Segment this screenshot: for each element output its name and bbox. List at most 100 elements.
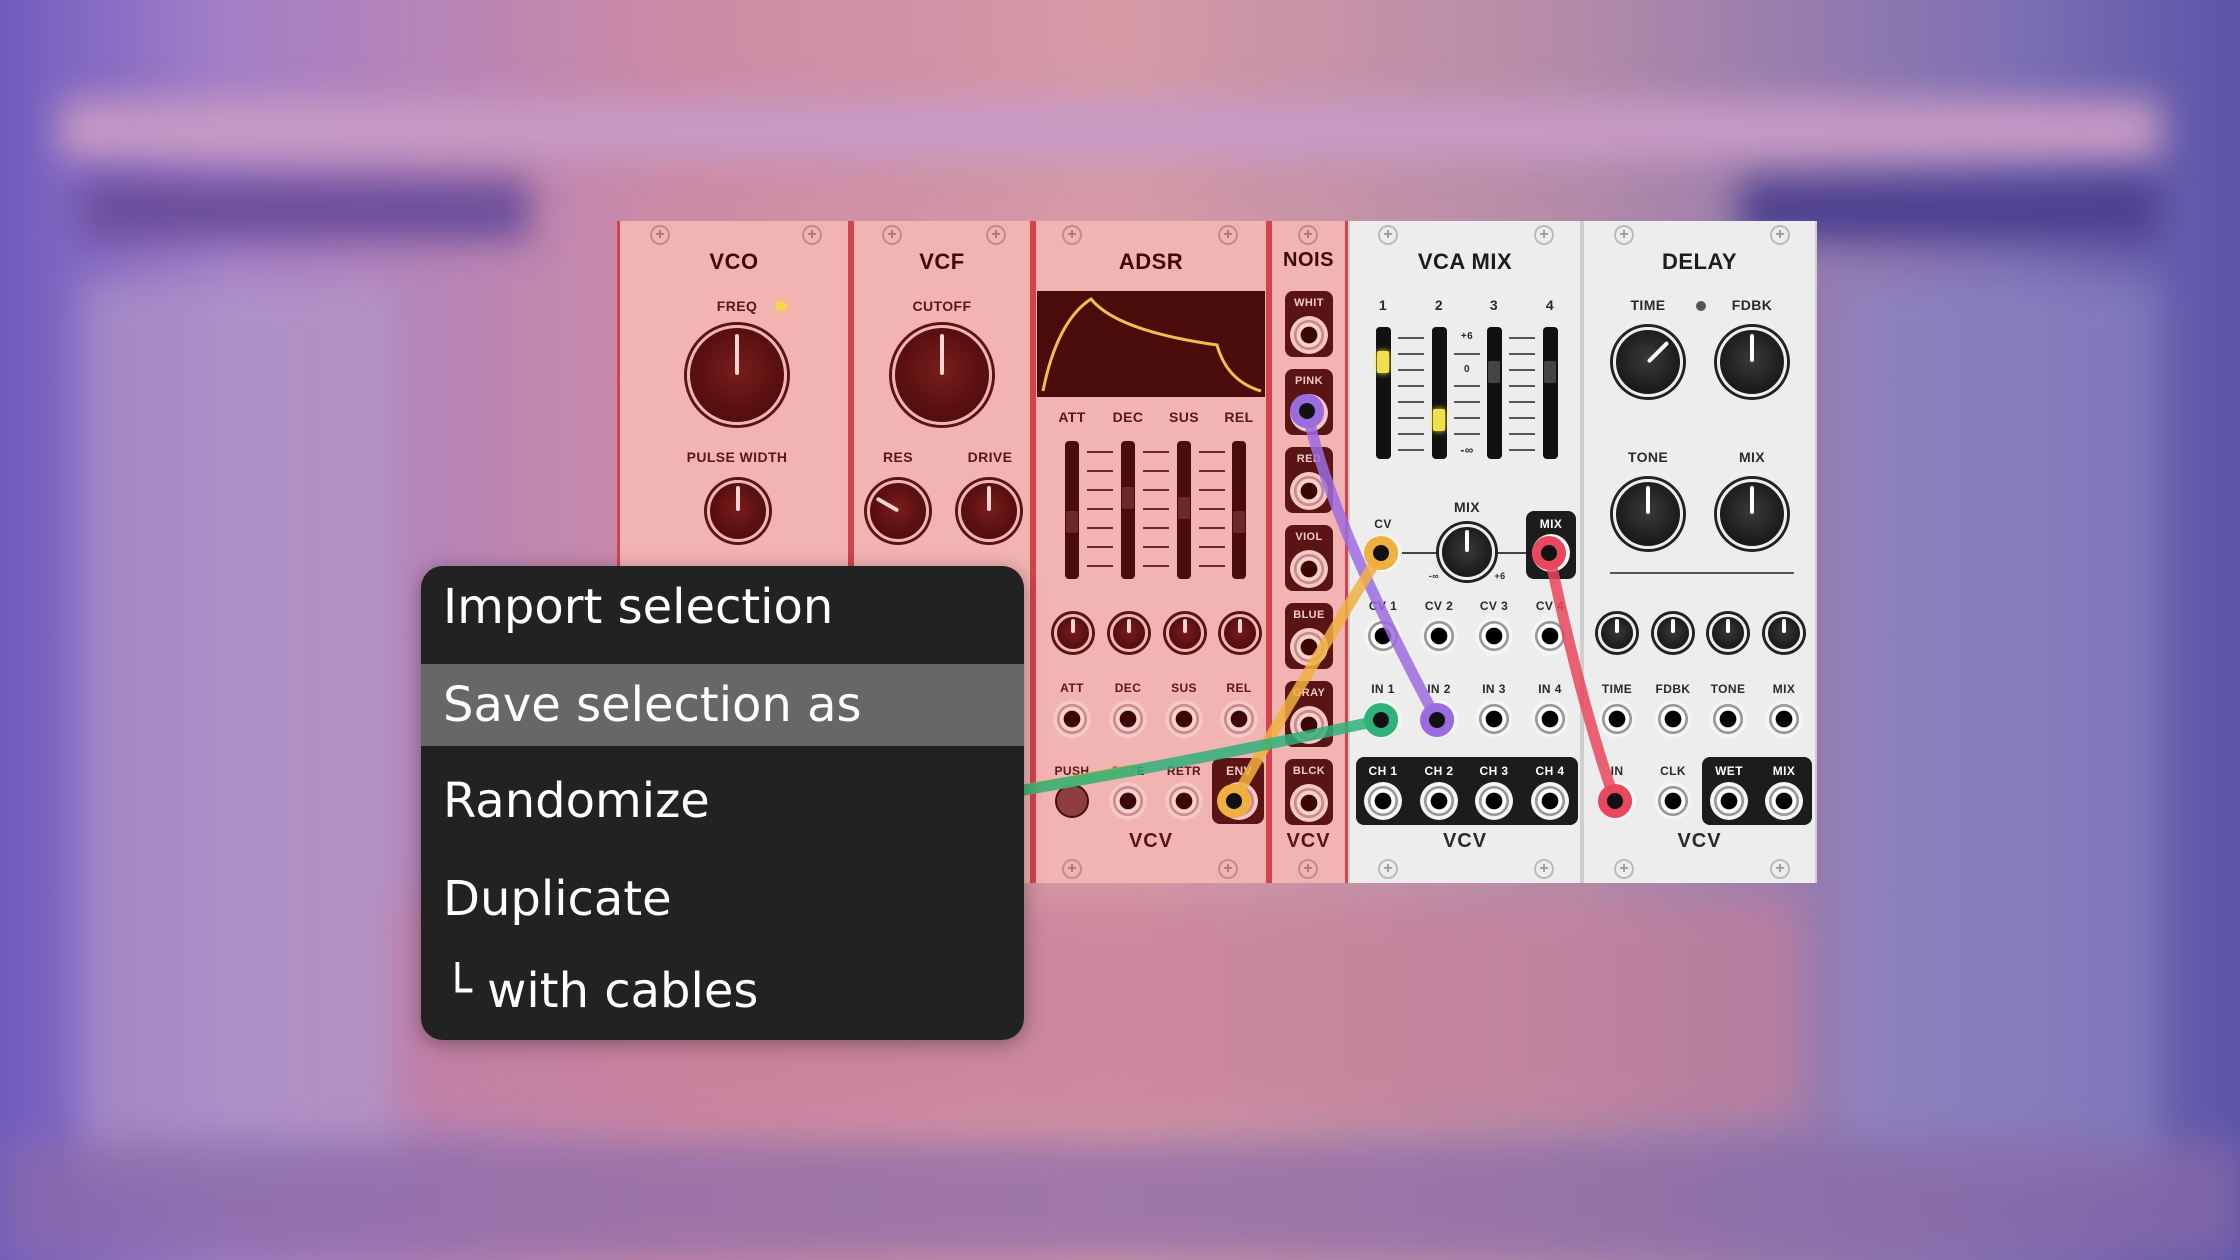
tone-knob[interactable] <box>1613 479 1683 549</box>
vcv-logo: VCV <box>1128 830 1174 852</box>
fader-tick <box>1454 353 1480 355</box>
ch-4-output-jack[interactable] <box>1531 782 1569 820</box>
noise-blue-jack[interactable] <box>1290 628 1328 666</box>
fdbk-knob[interactable] <box>1717 327 1787 397</box>
cv-4-jack[interactable] <box>1531 617 1569 655</box>
slider-tick <box>1087 546 1113 548</box>
noise-output-label: BLUE <box>1293 609 1325 621</box>
time-label: TIME <box>1630 297 1666 313</box>
menu-item-randomize[interactable]: Randomize <box>421 760 1024 842</box>
module-title: ADSR <box>1118 249 1184 274</box>
noise-viol-jack[interactable] <box>1290 550 1328 588</box>
pulse-width-knob[interactable] <box>707 480 769 542</box>
screw-icon: + <box>1770 859 1790 879</box>
channel-3-fader[interactable] <box>1487 327 1502 459</box>
dec-slider[interactable] <box>1121 441 1135 579</box>
in-3-jack[interactable] <box>1475 700 1513 738</box>
noise-output-label: GRAY <box>1292 687 1326 699</box>
fader-tick <box>1454 385 1480 387</box>
module-title: VCF <box>919 249 965 274</box>
delay-cv-jack[interactable] <box>1709 700 1747 738</box>
att-cv-jack[interactable] <box>1053 700 1091 738</box>
drive-knob[interactable] <box>958 480 1020 542</box>
cv-1-jack[interactable] <box>1364 617 1402 655</box>
fader-tick <box>1509 449 1535 451</box>
fader-tick <box>1509 369 1535 371</box>
ch-1-output-jack[interactable] <box>1364 782 1402 820</box>
sus-cv-knob[interactable] <box>1166 614 1204 652</box>
channel-4-fader[interactable] <box>1543 327 1558 459</box>
menu-item-duplicate[interactable]: Duplicate <box>421 858 1024 940</box>
att-cv-knob[interactable] <box>1054 614 1092 652</box>
noise-blck-jack[interactable] <box>1290 784 1328 822</box>
cutoff-knob[interactable] <box>892 325 992 425</box>
scale-zero: 0 <box>1464 364 1470 375</box>
in-1-jack[interactable] <box>1364 700 1402 738</box>
dec-cv-jack[interactable] <box>1109 700 1147 738</box>
screw-icon: + <box>1378 225 1398 245</box>
noise-pink-jack[interactable] <box>1290 394 1328 432</box>
cv-jack[interactable] <box>1364 534 1402 572</box>
module-title: DELAY <box>1661 249 1738 274</box>
module-adsr: + + ADSR ATT DEC SUS REL ATT DEC SUS REL… <box>1033 221 1269 883</box>
channel-2-fader[interactable] <box>1432 327 1447 459</box>
rel-slider[interactable] <box>1232 441 1246 579</box>
delay-cv-knob[interactable] <box>1709 614 1747 652</box>
delay-cv-jack[interactable] <box>1765 700 1803 738</box>
rel-cv-knob[interactable] <box>1221 614 1259 652</box>
rel-cv-jack[interactable] <box>1220 700 1258 738</box>
fader-tick <box>1509 337 1535 339</box>
delay-cv-jack[interactable] <box>1654 700 1692 738</box>
freq-knob[interactable] <box>687 325 787 425</box>
slider-tick <box>1199 508 1225 510</box>
delay-cv-jack[interactable] <box>1598 700 1636 738</box>
cv-2-jack[interactable] <box>1420 617 1458 655</box>
slider-tick <box>1143 451 1169 453</box>
channel-1-fader[interactable] <box>1376 327 1391 459</box>
push-button[interactable] <box>1055 784 1089 818</box>
noise-output-label: RED <box>1296 453 1322 465</box>
fader-tick <box>1509 417 1535 419</box>
screw-icon: + <box>1534 859 1554 879</box>
mix-knob-label: MIX <box>1453 499 1481 515</box>
in-2-jack[interactable] <box>1420 700 1458 738</box>
menu-item-duplicate-with-cables[interactable]: └ with cables <box>421 950 1024 1032</box>
retr-jack[interactable] <box>1165 782 1203 820</box>
clk-jack[interactable] <box>1654 782 1692 820</box>
ch-2-output-jack[interactable] <box>1420 782 1458 820</box>
in-4-jack[interactable] <box>1531 700 1569 738</box>
ch-3-output-jack[interactable] <box>1475 782 1513 820</box>
screw-icon: + <box>1298 859 1318 879</box>
menu-item-save-selection-as[interactable]: Save selection as <box>421 664 1024 746</box>
context-menu: Import selection Save selection as Rando… <box>421 566 1024 1040</box>
screw-icon: + <box>882 225 902 245</box>
slider-tick <box>1087 470 1113 472</box>
in-jack[interactable] <box>1598 782 1636 820</box>
fader-tick <box>1398 369 1424 371</box>
cv-3-jack[interactable] <box>1475 617 1513 655</box>
delay-cv-knob[interactable] <box>1765 614 1803 652</box>
mix-knob[interactable] <box>1717 479 1787 549</box>
wet-output-jack[interactable] <box>1710 782 1748 820</box>
module-delay: + + DELAY TIME FDBK TONE MIX TIME FDBK TON… <box>1582 221 1817 883</box>
delay-cv-knob[interactable] <box>1654 614 1692 652</box>
noise-whit-jack[interactable] <box>1290 316 1328 354</box>
fader-tick <box>1398 401 1424 403</box>
slider-tick <box>1087 527 1113 529</box>
gate-jack[interactable] <box>1109 782 1147 820</box>
time-knob[interactable] <box>1613 327 1683 397</box>
dec-cv-knob[interactable] <box>1110 614 1148 652</box>
slider-tick <box>1143 489 1169 491</box>
env-output-jack[interactable] <box>1220 782 1258 820</box>
mix-output-jack[interactable] <box>1765 782 1803 820</box>
att-slider[interactable] <box>1065 441 1079 579</box>
sus-slider[interactable] <box>1177 441 1191 579</box>
noise-gray-jack[interactable] <box>1290 706 1328 744</box>
delay-cv-knob[interactable] <box>1598 614 1636 652</box>
noise-red-jack[interactable] <box>1290 472 1328 510</box>
res-knob[interactable] <box>867 480 929 542</box>
vcv-logo: VCV <box>1677 830 1722 852</box>
menu-item-import-selection[interactable]: Import selection <box>421 566 1024 648</box>
sus-cv-jack[interactable] <box>1165 700 1203 738</box>
mix-output-jack[interactable] <box>1532 534 1570 572</box>
